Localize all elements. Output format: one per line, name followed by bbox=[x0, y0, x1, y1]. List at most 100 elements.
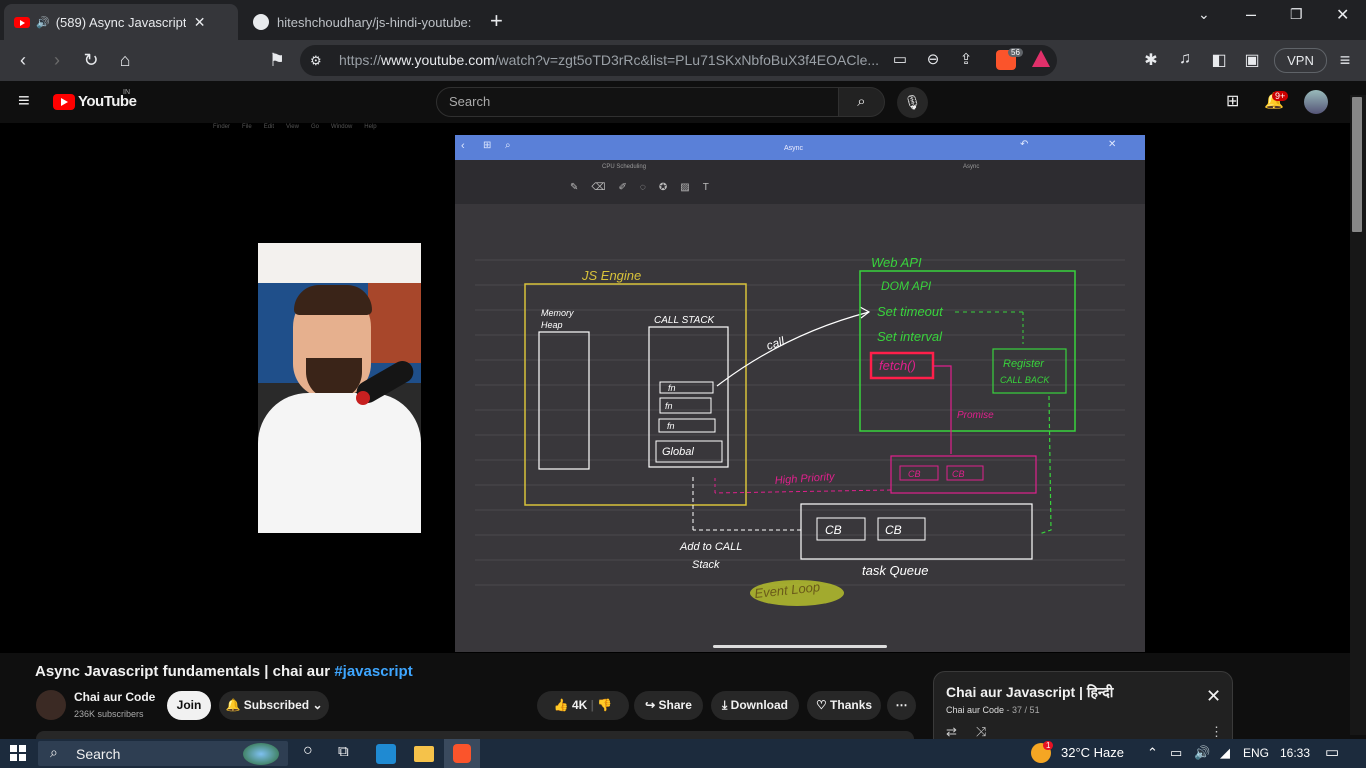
search-button[interactable]: ⌕ bbox=[838, 87, 885, 117]
home-icon[interactable]: ⌂ bbox=[114, 50, 136, 71]
mac-menu-item: Go bbox=[310, 124, 319, 130]
cortana-icon[interactable]: ○ bbox=[303, 742, 313, 760]
thanks-button[interactable]: ♡ Thanks bbox=[807, 691, 881, 720]
tab-youtube[interactable]: 🔊 (589) Async Javascript fundam ✕ bbox=[4, 4, 238, 40]
account-avatar[interactable] bbox=[1304, 90, 1328, 114]
image-tool-icon[interactable]: ▨ bbox=[680, 182, 689, 193]
zoom-icon[interactable]: ⊖ bbox=[922, 50, 944, 68]
download-button[interactable]: ⤓ Download bbox=[711, 691, 799, 720]
volume-icon[interactable]: 🔊 bbox=[1194, 745, 1210, 761]
close-playlist-icon[interactable]: ✕ bbox=[1206, 686, 1221, 707]
tab-search-chevron-icon[interactable]: ⌄ bbox=[1198, 6, 1210, 23]
notes-grid-icon[interactable]: ⊞ bbox=[483, 140, 491, 151]
pen-tool-icon[interactable]: ✎ bbox=[570, 182, 578, 193]
url-path: /watch?v=zgt5oTD3rRc&list=PLu71SKxNbfoBu… bbox=[494, 52, 880, 68]
mac-menu-item: Finder bbox=[213, 124, 231, 130]
subscribed-button[interactable]: 🔔 Subscribed ⌄ bbox=[219, 691, 329, 720]
hamburger-menu-icon[interactable]: ≡ bbox=[18, 90, 30, 113]
brave-taskbar-button[interactable] bbox=[444, 739, 480, 768]
highlighter-tool-icon[interactable]: ✐ bbox=[619, 182, 627, 193]
taskbar-search-box[interactable]: ⌕ Search bbox=[38, 741, 288, 766]
create-icon[interactable]: ⊞ bbox=[1226, 91, 1239, 111]
eraser-tool-icon[interactable]: ⌫ bbox=[591, 182, 605, 193]
windows-start-icon[interactable] bbox=[10, 745, 26, 761]
vpn-button[interactable]: VPN bbox=[1274, 48, 1327, 73]
loop-icon[interactable]: ⇄ bbox=[946, 724, 957, 740]
notifications-icon[interactable]: ▭ bbox=[1325, 743, 1339, 761]
playlist-channel[interactable]: Chai aur Code bbox=[946, 705, 1004, 715]
voice-search-button[interactable]: 🎙 bbox=[897, 87, 928, 118]
extensions-icon[interactable]: ✱ bbox=[1140, 50, 1162, 70]
close-window-icon[interactable]: ✕ bbox=[1336, 5, 1349, 25]
cast-icon[interactable]: ▭ bbox=[889, 50, 911, 68]
playlist-menu-icon[interactable]: ⋮ bbox=[1210, 724, 1223, 740]
vscode-icon[interactable] bbox=[376, 744, 396, 764]
forward-icon[interactable]: › bbox=[46, 50, 68, 71]
sidebar-icon[interactable]: ◧ bbox=[1208, 50, 1230, 70]
notes-app-window: ‹ ⊞ ⌕ Async ↶ ✕ CPU Scheduling Async ✎ ⌫… bbox=[455, 135, 1145, 652]
video-player[interactable]: Finder File Edit View Go Window Help ‹ ⊞… bbox=[0, 123, 1366, 653]
back-icon[interactable]: ‹ bbox=[12, 50, 34, 71]
site-settings-icon[interactable]: ⚙ bbox=[310, 45, 322, 76]
notes-close-icon[interactable]: ✕ bbox=[1108, 139, 1116, 150]
undo-icon[interactable]: ↶ bbox=[1020, 139, 1028, 150]
dom-api-label: DOM API bbox=[881, 279, 932, 293]
share-page-icon[interactable]: ⇪ bbox=[955, 50, 977, 68]
set-interval-label: Set interval bbox=[877, 329, 943, 344]
channel-name[interactable]: Chai aur Code bbox=[74, 690, 155, 704]
share-button[interactable]: ↪ Share bbox=[634, 691, 703, 720]
async-diagram: JS Engine Memory Heap CALL STACK fn fn f… bbox=[475, 255, 1125, 606]
like-button[interactable]: 👍 4K bbox=[554, 698, 588, 712]
url-prefix: https:// bbox=[339, 52, 382, 68]
notes-back-icon[interactable]: ‹ bbox=[461, 140, 465, 152]
close-tab-icon[interactable]: ✕ bbox=[194, 14, 206, 31]
more-actions-button[interactable]: ⋯ bbox=[887, 691, 916, 720]
thanks-icon: ♡ bbox=[815, 698, 831, 712]
home-indicator bbox=[713, 645, 887, 648]
notes-tab[interactable]: CPU Scheduling bbox=[602, 164, 646, 170]
network-icon[interactable]: ◢ bbox=[1220, 745, 1230, 761]
notes-tab[interactable]: Async bbox=[963, 164, 979, 170]
presenter-webcam bbox=[258, 243, 421, 533]
search-highlight-icon bbox=[243, 743, 279, 765]
wallet-icon[interactable]: ▣ bbox=[1241, 50, 1263, 70]
thumbs-down-icon[interactable]: 👎 bbox=[597, 698, 612, 712]
shapes-tool-icon[interactable]: ✪ bbox=[659, 182, 667, 193]
notes-search-icon[interactable]: ⌕ bbox=[505, 140, 511, 151]
battery-icon[interactable]: ▭ bbox=[1170, 745, 1182, 761]
bookmark-icon[interactable]: ⚑ bbox=[266, 50, 288, 71]
media-icon[interactable]: ♫ bbox=[1174, 50, 1196, 68]
mac-menu-item: File bbox=[242, 124, 252, 130]
tab-github[interactable]: hiteshchoudhary/js-hindi-youtube: A bbox=[243, 4, 483, 40]
lasso-tool-icon[interactable]: ◌ bbox=[640, 182, 646, 193]
youtube-favicon-icon bbox=[14, 16, 30, 28]
channel-avatar[interactable] bbox=[36, 690, 66, 720]
scrollbar-thumb[interactable] bbox=[1352, 97, 1362, 232]
show-hidden-icons-chevron[interactable]: ⌃ bbox=[1147, 745, 1158, 761]
shields-count-badge: 56 bbox=[1008, 48, 1023, 57]
file-explorer-icon[interactable] bbox=[414, 746, 434, 762]
join-button[interactable]: Join bbox=[167, 691, 211, 720]
speaker-icon[interactable]: 🔊 bbox=[36, 16, 50, 29]
download-label: Download bbox=[730, 698, 788, 712]
restore-icon[interactable]: ❐ bbox=[1290, 6, 1303, 23]
new-tab-icon[interactable]: + bbox=[490, 8, 503, 34]
minimize-icon[interactable]: – bbox=[1246, 4, 1256, 25]
tab-title: (589) Async Javascript fundam bbox=[55, 14, 186, 30]
clock[interactable]: 16:33 bbox=[1280, 746, 1310, 760]
youtube-logo-icon[interactable] bbox=[53, 94, 75, 110]
language-indicator[interactable]: ENG bbox=[1243, 746, 1269, 760]
hashtag-link[interactable]: #javascript bbox=[334, 663, 412, 680]
stack-label: Stack bbox=[692, 559, 720, 571]
description-box[interactable] bbox=[36, 731, 914, 739]
search-input[interactable]: Search bbox=[436, 87, 839, 117]
playlist-title[interactable]: Chai aur Javascript | हिन्दी bbox=[946, 683, 1113, 702]
menu-icon[interactable]: ≡ bbox=[1334, 50, 1356, 71]
task-view-icon[interactable]: ⧉ bbox=[338, 743, 349, 760]
weather-text[interactable]: 32°C Haze bbox=[1061, 745, 1124, 760]
share-label: Share bbox=[658, 698, 692, 712]
brave-rewards-icon[interactable] bbox=[1032, 50, 1050, 67]
reload-icon[interactable]: ↻ bbox=[80, 50, 102, 71]
text-tool-icon[interactable]: T bbox=[703, 182, 709, 193]
shuffle-icon[interactable]: ⤨ bbox=[976, 724, 986, 740]
